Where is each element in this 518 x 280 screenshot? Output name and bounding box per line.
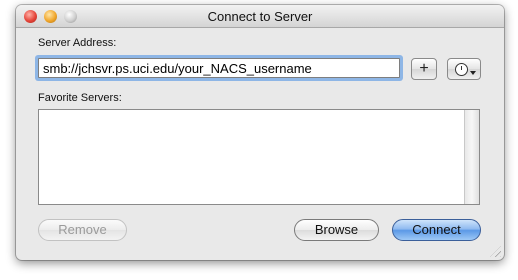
title-bar[interactable]: Connect to Server: [16, 5, 504, 28]
favorite-servers-list[interactable]: [38, 109, 480, 205]
scrollbar[interactable]: [464, 110, 479, 204]
server-address-input[interactable]: smb://jchsvr.ps.uci.edu/your_NACS_userna…: [38, 58, 400, 78]
window-title: Connect to Server: [207, 9, 313, 24]
chevron-down-icon: [470, 71, 476, 75]
favorite-servers-label: Favorite Servers:: [38, 92, 122, 104]
server-address-label: Server Address:: [38, 37, 117, 49]
resize-grip-icon[interactable]: [490, 246, 501, 257]
connect-to-server-window: Connect to Server Server Address: smb://…: [16, 5, 504, 260]
recent-servers-button[interactable]: [447, 58, 481, 80]
clock-icon: [455, 63, 468, 76]
connect-button[interactable]: Connect: [392, 219, 481, 241]
add-favorite-button[interactable]: +: [411, 58, 437, 80]
browse-button[interactable]: Browse: [294, 219, 379, 241]
remove-button[interactable]: Remove: [38, 219, 127, 241]
